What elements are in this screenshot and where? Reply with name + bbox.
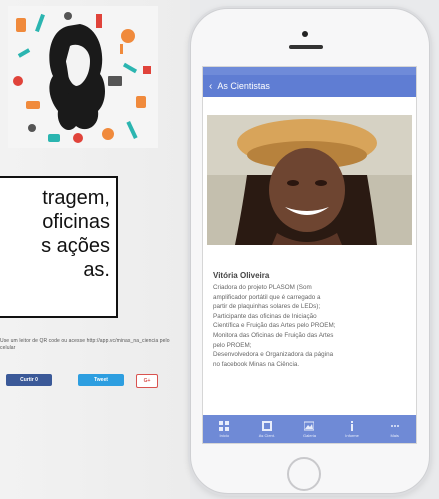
- tab-as-cientistas[interactable]: As Cient.: [249, 417, 285, 441]
- phone-speaker: [289, 45, 323, 49]
- bio-line: no facebook Minas na Ciência.: [213, 360, 300, 368]
- tab-label: Mais: [390, 432, 399, 438]
- bio-line: Científica e Fruição das Artes pelo PROE…: [213, 322, 336, 330]
- grid-icon: [261, 420, 272, 431]
- image-icon: [304, 421, 315, 430]
- tab-informe[interactable]: Informe: [334, 417, 370, 441]
- bio-line: Criadora do projeto PLASOM (Som: [213, 284, 312, 291]
- scientist-photo: [207, 115, 412, 245]
- app-tab-bar: Início As Cient. Galeria Informe Mais: [203, 415, 416, 443]
- bio-line: Monitora das Oficinas de Fruição das Art…: [213, 331, 334, 339]
- tab-mais[interactable]: Mais: [377, 417, 413, 441]
- bio-line: partir de plaquinhas solares de LEDs);: [213, 303, 321, 311]
- scientist-bio: Criadora do projeto PLASOM (Som amplific…: [213, 283, 403, 369]
- nav-title: As Cientistas: [217, 81, 270, 91]
- home-button[interactable]: [287, 457, 321, 491]
- overlay-caption-box: tragem, oficinas s ações as.: [0, 176, 118, 318]
- scientist-name: Vitória Oliveira: [213, 271, 270, 280]
- app-screen: ‹ As Cientistas Vitória Oliveira Criador…: [202, 66, 417, 444]
- facebook-like-button[interactable]: Curtir 0: [6, 374, 52, 386]
- phone-mockup: ‹ As Cientistas Vitória Oliveira Criador…: [190, 8, 430, 494]
- qr-instructions: Use um leitor de QR code ou acesse http:…: [0, 338, 170, 351]
- bio-line: Desenvolvedora e Organizadora da página: [213, 351, 334, 359]
- tab-label: Galeria: [303, 432, 316, 438]
- app-navbar: ‹ As Cientistas: [203, 75, 416, 97]
- bio-line: Participante das oficinas de Iniciação: [213, 312, 317, 320]
- tab-label: Informe: [345, 432, 359, 438]
- more-icon: [390, 424, 399, 427]
- caption-line-1: tragem,: [42, 187, 110, 209]
- phone-camera: [302, 31, 308, 37]
- bio-line: pelo PROEM;: [213, 341, 252, 349]
- caption-line-2: oficinas: [42, 211, 110, 233]
- minas-na-ciencia-logo: [8, 6, 158, 148]
- website-left-panel: tragem, oficinas s ações as. Use um leit…: [0, 0, 190, 499]
- grid-icon: [219, 420, 230, 431]
- tab-label: Início: [219, 432, 230, 438]
- info-icon: [351, 420, 354, 431]
- twitter-tweet-button[interactable]: Tweet: [78, 374, 124, 386]
- tab-label: As Cient.: [258, 432, 275, 438]
- google-plus-button[interactable]: G+: [136, 374, 158, 388]
- tab-inicio[interactable]: Início: [206, 417, 242, 441]
- status-bar: [203, 67, 416, 75]
- back-chevron-icon[interactable]: ‹: [209, 81, 212, 92]
- bio-line: amplificador portátil que é carregado a: [213, 293, 321, 301]
- caption-line-3: s ações: [41, 235, 110, 257]
- caption-line-4: as.: [83, 259, 110, 281]
- tab-galeria[interactable]: Galeria: [291, 417, 327, 441]
